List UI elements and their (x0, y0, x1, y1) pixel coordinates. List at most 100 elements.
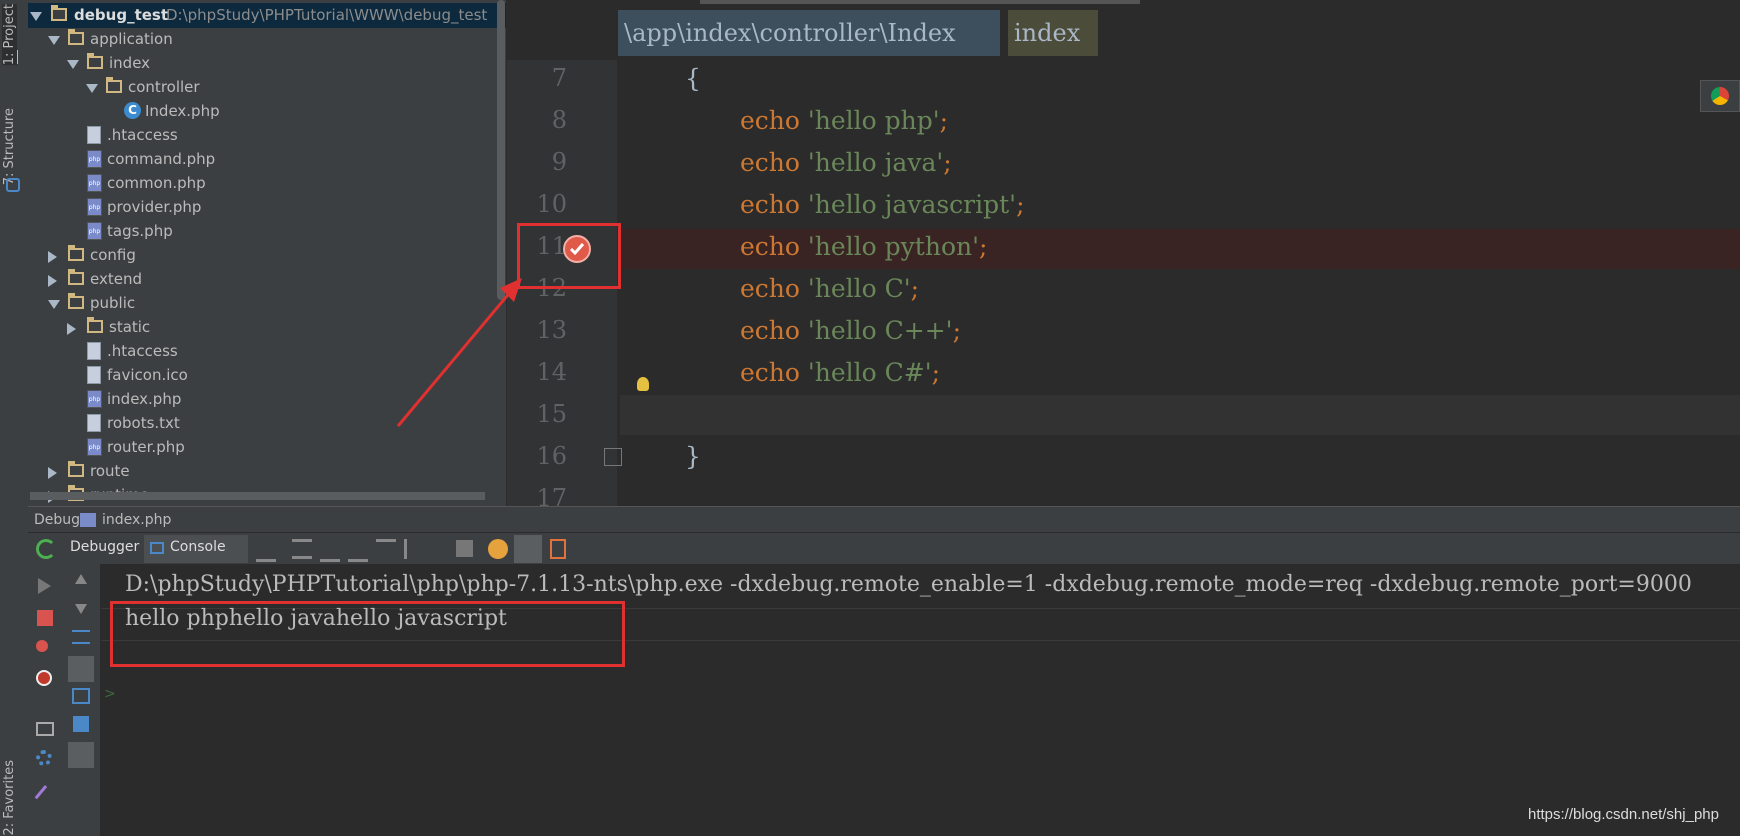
show-execution-point-icon[interactable] (256, 539, 276, 562)
tab-debugger[interactable]: Debugger (70, 539, 139, 555)
project-root-path: D:\phpStudy\PHPTutorial\WWW\debug_test (166, 6, 488, 24)
code-keyword: echo (740, 274, 800, 303)
breadcrumb-method[interactable]: index (1008, 10, 1098, 56)
console-side-toolbar (64, 564, 101, 836)
php-file-icon: php (87, 222, 102, 240)
tree-item-label: index (109, 54, 151, 72)
tab-console[interactable]: Console (144, 535, 248, 563)
code-line: echo 'hello C++'; (740, 316, 961, 345)
code-semicolon: ; (1016, 190, 1025, 219)
tab-project[interactable]: 1: Project (2, 4, 17, 66)
console-icon (150, 542, 164, 554)
code-string: 'hello C++' (807, 316, 953, 345)
clear-all-icon[interactable] (73, 716, 89, 732)
debug-title: Debug (34, 512, 81, 528)
annotation-box-output (110, 601, 625, 667)
code-string: 'hello javascript' (807, 190, 1017, 219)
folder-icon (106, 77, 122, 93)
file-icon (87, 414, 101, 432)
code-keyword: echo (740, 358, 800, 387)
down-arrow-icon[interactable] (75, 604, 87, 614)
chevron-down-icon[interactable] (48, 300, 60, 309)
tree-item-label: route (90, 462, 130, 480)
step-out-icon[interactable] (376, 539, 396, 559)
browser-popup[interactable] (1700, 80, 1740, 112)
code-semicolon: ; (939, 106, 949, 135)
structure-icon (6, 178, 20, 192)
view-breakpoints-icon[interactable] (36, 640, 48, 652)
chevron-down-icon[interactable] (67, 60, 79, 69)
project-hscrollbar[interactable] (30, 492, 485, 500)
settings-gear-icon[interactable] (36, 750, 52, 766)
folder-icon (51, 5, 67, 21)
force-step-into-icon[interactable] (348, 539, 368, 562)
debug-file-tab[interactable]: index.php (102, 507, 171, 533)
left-tool-strip: 1: Project 7: Structure 2: Favorites (0, 0, 29, 836)
code-semicolon: ; (910, 274, 920, 303)
folder-icon (68, 29, 84, 45)
folder-icon (68, 293, 84, 309)
code-line: echo 'hello java'; (740, 148, 952, 177)
stop-icon[interactable] (456, 540, 473, 557)
chevron-right-icon[interactable] (48, 251, 57, 263)
chevron-right-icon[interactable] (48, 275, 57, 287)
rerun-icon[interactable] (36, 539, 56, 559)
console-command-line: D:\phpStudy\PHPTutorial\php\php-7.1.13-n… (125, 572, 1692, 597)
code-semicolon: ; (978, 232, 988, 261)
code-line: { (685, 64, 701, 93)
chevron-right-icon[interactable] (48, 467, 57, 479)
step-into-icon[interactable] (320, 539, 340, 562)
php-file-icon: php (87, 174, 102, 192)
tree-item-label: extend (90, 270, 142, 288)
up-arrow-icon[interactable] (75, 574, 87, 584)
current-line-highlight (620, 395, 1740, 435)
code-line: echo 'hello C#'; (740, 358, 940, 387)
clipboard-icon[interactable] (550, 539, 566, 559)
project-scrollbar[interactable] (497, 0, 505, 300)
layout-icon[interactable] (36, 722, 54, 736)
breadcrumb-class[interactable]: \app\index\controller\Index (618, 10, 1000, 56)
pin-icon[interactable] (34, 785, 57, 807)
evaluate-icon[interactable] (488, 539, 508, 559)
run-to-cursor-icon[interactable] (404, 539, 424, 559)
debug-side-toolbar (28, 564, 65, 836)
code-string: 'hello C#' (807, 358, 932, 387)
intention-bulb-icon[interactable] (637, 377, 649, 391)
console-prompt[interactable]: > (104, 686, 116, 702)
stop-debug-icon[interactable] (37, 610, 53, 626)
chrome-icon[interactable] (1711, 87, 1729, 105)
chevron-right-icon[interactable] (67, 323, 76, 335)
code-string: 'hello C' (807, 274, 911, 303)
tab-structure[interactable]: 7: Structure (2, 108, 17, 185)
show-console-icon[interactable] (68, 742, 94, 768)
resume-icon[interactable] (38, 578, 51, 594)
php-file-icon: php (87, 150, 102, 168)
code-semicolon: ; (952, 316, 961, 345)
tree-item-label: index.php (107, 390, 182, 408)
debug-title-bar: Debug index.php (28, 506, 1740, 533)
soft-wrap-icon[interactable] (72, 630, 90, 644)
folder-icon (68, 461, 84, 477)
scroll-to-end-icon[interactable] (68, 656, 94, 682)
fold-marker-icon[interactable] (604, 448, 622, 466)
php-file-icon: php (87, 198, 102, 216)
php-file-icon: php (87, 390, 102, 408)
chevron-down-icon[interactable] (48, 36, 60, 45)
debug-toolbar: Debugger Console (28, 532, 1740, 566)
folder-icon (68, 245, 84, 261)
tree-item-label: .htaccess (107, 342, 178, 360)
print-icon[interactable] (72, 688, 90, 704)
code-line: echo 'hello C'; (740, 274, 919, 303)
tab-favorites[interactable]: 2: Favorites (2, 760, 17, 836)
tree-item-label: robots.txt (107, 414, 180, 432)
tree-item-label: application (90, 30, 173, 48)
step-over-icon[interactable] (292, 539, 312, 559)
mute-breakpoints-icon[interactable] (36, 670, 52, 686)
code-brace: { (685, 64, 701, 93)
tree-item-label: command.php (107, 150, 216, 168)
file-icon (87, 126, 101, 144)
chevron-down-icon[interactable] (86, 84, 98, 93)
code-string: 'hello python' (807, 232, 979, 261)
code-semicolon: ; (931, 358, 941, 387)
toggle-list-icon[interactable] (514, 535, 542, 563)
